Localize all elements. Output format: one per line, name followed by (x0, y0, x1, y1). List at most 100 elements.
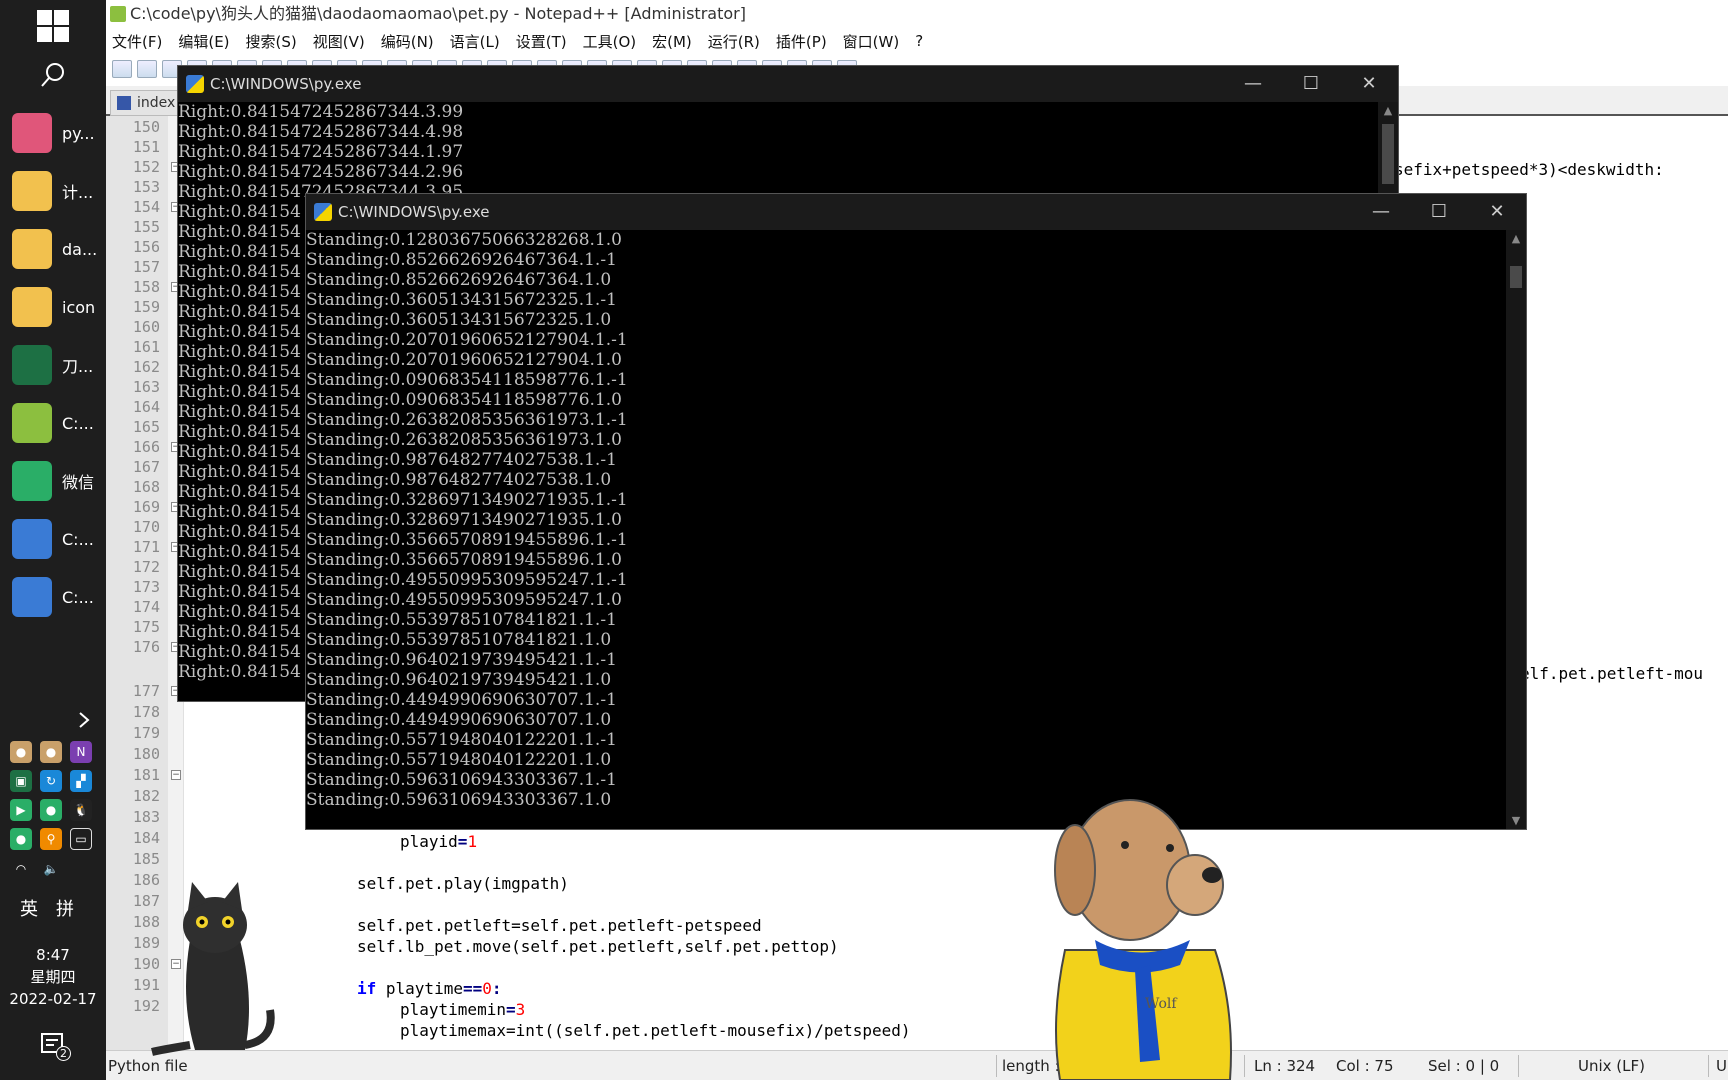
folder-icon (12, 287, 52, 327)
wechat-tray-icon[interactable]: ● (40, 799, 62, 821)
sync-icon[interactable]: ↻ (40, 770, 62, 792)
clock[interactable]: 8:47 星期四 2022-02-17 (0, 944, 106, 1010)
line-number: 173 (132, 578, 160, 596)
code-operator: : (491, 979, 502, 998)
menu-item-3[interactable]: 视图(V) (313, 31, 365, 52)
taskbar-app-8[interactable]: C:... (0, 568, 106, 626)
line-number: 176 (132, 638, 160, 656)
taskbar-app-6[interactable]: 微信 (0, 452, 106, 510)
status-column: Col : 75 (1336, 1057, 1394, 1075)
taskbar-app-3[interactable]: icon (0, 278, 106, 336)
scroll-down-arrow-icon[interactable]: ▼ (1506, 814, 1526, 827)
console-window-2[interactable]: C:\WINDOWS\py.exe — ☐ ✕ Standing:0.12803… (305, 193, 1527, 830)
minimize-button[interactable]: — (1224, 66, 1282, 102)
taskbar-app-label: C:... (62, 529, 94, 549)
start-button[interactable] (0, 4, 106, 48)
maximize-button[interactable]: ☐ (1410, 194, 1468, 230)
scroll-thumb[interactable] (1382, 124, 1394, 184)
console-line: Standing:0.9640219739495421.1.0 (306, 670, 612, 690)
console-line: Standing:0.09068354118598776.1.-1 (306, 370, 628, 390)
line-number: 171 (132, 538, 160, 556)
maximize-button[interactable]: ☐ (1282, 66, 1340, 102)
line-number: 182 (132, 787, 160, 805)
console-line: Standing:0.3605134315672325.1.-1 (306, 290, 617, 310)
console-line: Standing:0.5963106943303367.1.-1 (306, 770, 617, 790)
python-icon (314, 203, 332, 221)
menu-item-10[interactable]: 插件(P) (776, 31, 827, 52)
folder-icon (12, 229, 52, 269)
ime-mode-en[interactable]: 英 (20, 895, 38, 921)
menu-item-7[interactable]: 工具(O) (583, 31, 637, 52)
code-number: 0 (482, 979, 492, 998)
code-line-192[interactable]: playtimemax=int((self.pet.petleft-mousef… (400, 1021, 911, 1040)
wifi-icon[interactable]: ◠ (10, 858, 32, 880)
onenote-icon[interactable]: N (70, 741, 92, 763)
scroll-thumb[interactable] (1510, 266, 1522, 288)
close-button[interactable]: ✕ (1340, 66, 1398, 102)
line-number: 179 (132, 724, 160, 742)
tray-expand-chevron-icon[interactable] (30, 705, 90, 735)
console-line: Standing:0.5963106943303367.1.0 (306, 790, 612, 810)
notification-button[interactable]: 2 (40, 1032, 71, 1062)
taskbar-app-0[interactable]: py... (0, 104, 106, 162)
line-number: 158 (132, 278, 160, 296)
tab-index[interactable]: index (110, 90, 185, 116)
play-icon[interactable]: ▶ (10, 799, 32, 821)
excel-icon (12, 345, 52, 385)
battery-icon[interactable]: ▭ (70, 828, 92, 850)
ime-mode-pinyin[interactable]: 拼 (56, 895, 74, 921)
dog-pet[interactable]: Wolf (1040, 790, 1240, 1080)
console-scrollbar[interactable]: ▲ ▼ (1506, 230, 1526, 829)
taskbar-app-2[interactable]: da... (0, 220, 106, 278)
console-title-bar[interactable]: C:\WINDOWS\py.exe — ☐ ✕ (178, 66, 1398, 102)
menu-item-5[interactable]: 语言(L) (450, 31, 500, 52)
taskbar-app-1[interactable]: 计... (0, 162, 106, 220)
scroll-up-arrow-icon[interactable]: ▲ (1378, 104, 1398, 117)
menu-item-6[interactable]: 设置(T) (516, 31, 567, 52)
menu-item-12[interactable]: ? (915, 32, 923, 50)
search-button[interactable] (0, 54, 106, 96)
taskbar-app-5[interactable]: C:... (0, 394, 106, 452)
taskbar-app-7[interactable]: C:... (0, 510, 106, 568)
code-line-187[interactable]: self.pet.petleft=self.pet.petleft-petspe… (357, 916, 762, 935)
tray-app-icon[interactable]: ▣ (10, 770, 32, 792)
tray-app-icon[interactable]: ▞ (70, 770, 92, 792)
black-cat-pet[interactable] (150, 880, 280, 1060)
menu-item-1[interactable]: 编辑(E) (178, 31, 229, 52)
menu-item-2[interactable]: 搜索(S) (246, 31, 297, 52)
code-text: playtime (376, 979, 463, 998)
minimize-button[interactable]: — (1352, 194, 1410, 230)
qq-icon[interactable]: 🐧 (70, 799, 92, 821)
code-line-191[interactable]: playtimemin=3 (400, 1000, 525, 1019)
status-line: Ln : 324 (1254, 1057, 1316, 1075)
line-number: 164 (132, 398, 160, 416)
python-icon (12, 519, 52, 559)
console-line: Right:0.8415472452867344.1.97 (178, 142, 464, 162)
taskbar-app-4[interactable]: 刀... (0, 336, 106, 394)
code-line-190[interactable]: if playtime==0: (357, 979, 502, 998)
search-tray-icon[interactable]: ⚲ (40, 828, 62, 850)
code-line-185[interactable]: self.pet.play(imgpath) (357, 874, 569, 893)
close-button[interactable]: ✕ (1468, 194, 1526, 230)
console-title-bar[interactable]: C:\WINDOWS\py.exe — ☐ ✕ (306, 194, 1526, 230)
wechat-tray-icon[interactable]: ● (10, 828, 32, 850)
scroll-up-arrow-icon[interactable]: ▲ (1506, 232, 1526, 245)
console-line: Standing:0.09068354118598776.1.0 (306, 390, 622, 410)
menu-item-4[interactable]: 编码(N) (381, 31, 434, 52)
tray-app-icon[interactable]: ● (10, 741, 32, 763)
toolbar-button-icon[interactable] (137, 60, 157, 78)
menu-item-9[interactable]: 运行(R) (708, 31, 760, 52)
menu-item-0[interactable]: 文件(F) (112, 31, 162, 52)
window-title-bar[interactable]: C:\code\py\狗头人的猫猫\daodaomaomao\pet.py - … (106, 0, 1728, 28)
fold-toggle-icon[interactable]: − (171, 770, 181, 780)
volume-icon[interactable]: 🔈 (40, 858, 62, 880)
tray-app-icon[interactable]: ● (40, 741, 62, 763)
toolbar-button-icon[interactable] (112, 60, 132, 78)
code-line-183[interactable]: playid=1 (400, 832, 477, 851)
menu-item-8[interactable]: 宏(M) (652, 31, 692, 52)
menu-item-11[interactable]: 窗口(W) (843, 31, 900, 52)
clock-date: 2022-02-17 (9, 990, 97, 1008)
code-line-188[interactable]: self.lb_pet.move(self.pet.petleft,self.p… (357, 937, 839, 956)
taskbar-app-label: icon (62, 297, 96, 317)
window-title: C:\code\py\狗头人的猫猫\daodaomaomao\pet.py - … (130, 4, 746, 23)
